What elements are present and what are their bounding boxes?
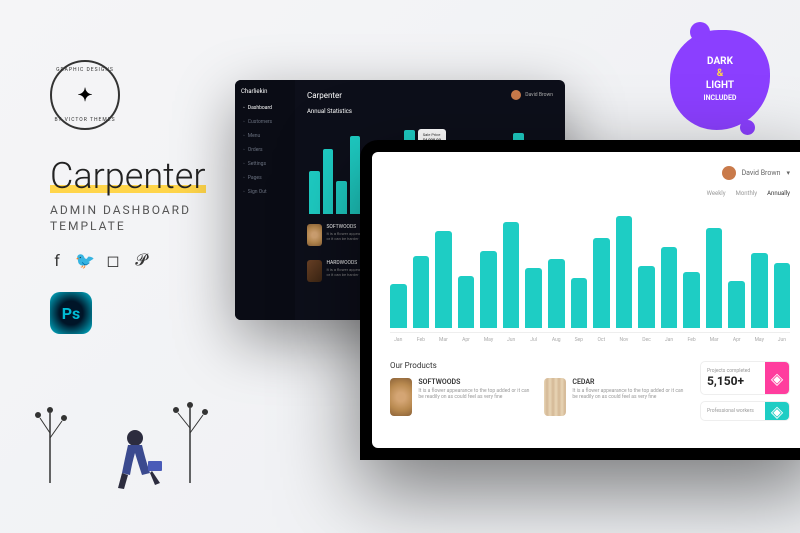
- sidebar-item-pages[interactable]: ◦Pages: [241, 171, 289, 185]
- stat-card: Projects completed5,150+◈: [700, 361, 790, 395]
- instagram-icon[interactable]: ◻: [106, 253, 120, 267]
- chart-bar[interactable]: [548, 259, 565, 328]
- stat-card: Professional workers◈: [700, 401, 790, 421]
- product-image: [544, 378, 566, 416]
- chart-bar[interactable]: [571, 278, 588, 328]
- designer-badge: GRAPHIC DESIGNS ✦ BY VICTOR THEMES: [50, 60, 120, 130]
- dark-page-title: Carpenter: [307, 91, 342, 100]
- chart-bar[interactable]: [525, 268, 542, 328]
- social-links: f 🐦 ◻ 𝓟: [50, 253, 250, 267]
- sidebar-item-customers[interactable]: ◦Customers: [241, 115, 289, 129]
- chart-bar[interactable]: [413, 256, 430, 329]
- chart-bar[interactable]: [458, 276, 475, 329]
- chevron-down-icon[interactable]: ▾: [786, 169, 790, 177]
- chart-title: Annual Statistics: [307, 108, 553, 115]
- badge-logo: ✦: [77, 85, 92, 106]
- tab-annually[interactable]: Annually: [767, 190, 790, 197]
- light-user-name[interactable]: David Brown: [742, 169, 781, 177]
- light-bar-chart: [390, 203, 790, 333]
- chart-bar[interactable]: [435, 231, 452, 329]
- product-image: [307, 224, 322, 246]
- brand-title: Carpenter: [50, 155, 206, 197]
- products-title: Our Products: [390, 361, 688, 370]
- chart-bar[interactable]: [638, 266, 655, 329]
- light-dashboard-preview: David Brown ▾ WeeklyMonthlyAnnually JanF…: [372, 152, 800, 448]
- chart-bar[interactable]: [751, 253, 768, 328]
- chart-bar[interactable]: [336, 181, 347, 214]
- chart-bar[interactable]: [616, 216, 633, 329]
- sidebar-item-orders[interactable]: ◦Orders: [241, 143, 289, 157]
- tab-weekly[interactable]: Weekly: [707, 190, 726, 197]
- subtitle-1: ADMIN DASHBOARD: [50, 203, 250, 217]
- pinterest-icon[interactable]: 𝓟: [134, 253, 148, 267]
- chart-bar[interactable]: [323, 149, 334, 214]
- sidebar-item-menu[interactable]: ◦Menu: [241, 129, 289, 143]
- subtitle-2: TEMPLATE: [50, 219, 250, 233]
- sidebar-item-settings[interactable]: ◦Settings: [241, 157, 289, 171]
- sidebar-item-dashboard[interactable]: ◦Dashboard: [241, 101, 289, 115]
- dark-sidebar: Charliekin ◦Dashboard◦Customers◦Menu◦Ord…: [235, 80, 295, 320]
- facebook-icon[interactable]: f: [50, 253, 64, 267]
- chart-bar[interactable]: [503, 222, 520, 328]
- marketing-panel: GRAPHIC DESIGNS ✦ BY VICTOR THEMES Carpe…: [50, 60, 250, 334]
- dark-user-menu[interactable]: David Brown: [511, 90, 553, 100]
- dark-logo: Charliekin: [241, 88, 289, 95]
- product-image: [390, 378, 412, 416]
- product-item[interactable]: SOFTWOODSIt is a flower appearance to th…: [390, 378, 534, 416]
- chart-bar[interactable]: [480, 251, 497, 329]
- person-illustration: [110, 423, 170, 493]
- product-item[interactable]: CEDARIt is a flower appearance to the to…: [544, 378, 688, 416]
- product-image: [307, 260, 322, 282]
- chart-bar[interactable]: [706, 228, 723, 328]
- chart-bar[interactable]: [683, 272, 700, 328]
- chart-bar[interactable]: [309, 171, 320, 214]
- dark-light-badge: DARK & LIGHT INCLUDED: [670, 30, 770, 130]
- chart-bar[interactable]: [593, 238, 610, 328]
- tab-monthly[interactable]: Monthly: [736, 190, 758, 197]
- twitter-icon[interactable]: 🐦: [78, 253, 92, 267]
- photoshop-badge: Ps: [50, 292, 92, 334]
- laptop-mockup: David Brown ▾ WeeklyMonthlyAnnually JanF…: [360, 140, 800, 460]
- avatar: [511, 90, 521, 100]
- chart-bar[interactable]: [661, 247, 678, 328]
- chart-bar[interactable]: [728, 281, 745, 329]
- chart-bar[interactable]: [350, 136, 361, 214]
- avatar: [722, 166, 736, 180]
- chart-bar[interactable]: [390, 284, 407, 328]
- sidebar-item-sign-out[interactable]: ◦Sign Out: [241, 185, 289, 199]
- chart-bar[interactable]: [774, 263, 791, 328]
